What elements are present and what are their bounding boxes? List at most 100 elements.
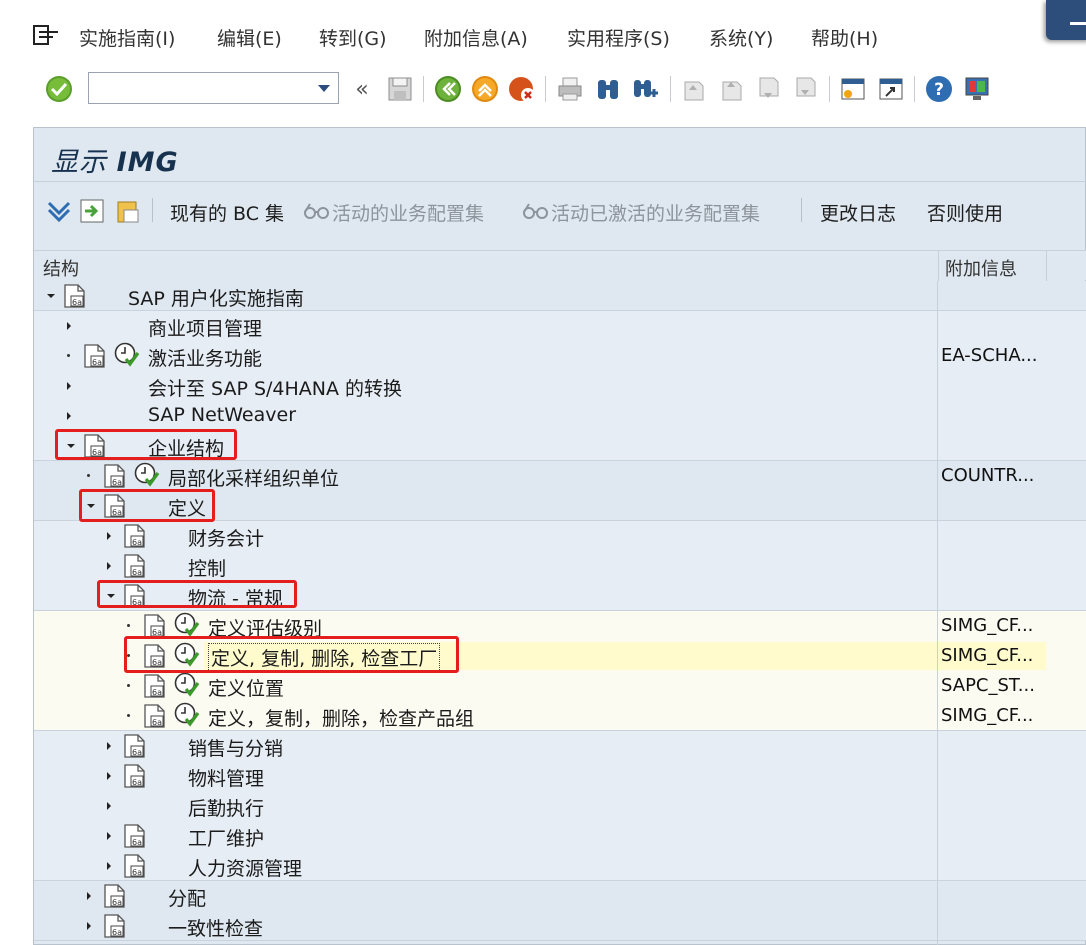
- tree-node[interactable]: 6a 定义位置 SAPC_ST...: [0, 671, 1086, 701]
- collapsed-node-icon[interactable]: [87, 892, 91, 900]
- next-page-icon[interactable]: [754, 74, 784, 104]
- tree-node[interactable]: SAP NetWeaver: [0, 401, 1086, 431]
- execute-activity-icon[interactable]: [114, 342, 140, 368]
- last-page-icon[interactable]: [791, 74, 821, 104]
- documentation-icon[interactable]: 6a: [123, 523, 147, 549]
- tree-node-label[interactable]: 物料管理: [188, 764, 264, 791]
- collapsed-node-icon[interactable]: [107, 772, 111, 780]
- tree-node[interactable]: 6a 分配: [0, 881, 1086, 911]
- collapsed-node-icon[interactable]: [107, 742, 111, 750]
- tree-node-label[interactable]: SAP NetWeaver: [148, 404, 296, 426]
- else-use-button[interactable]: 否则使用: [927, 199, 1003, 226]
- change-log-button[interactable]: 更改日志: [820, 199, 896, 226]
- layout-icon[interactable]: [962, 74, 992, 104]
- documentation-icon[interactable]: 6a: [123, 853, 147, 879]
- tree-node[interactable]: 6a 控制: [0, 551, 1086, 581]
- exit-icon[interactable]: [470, 74, 500, 104]
- tree-node-label[interactable]: 工厂维护: [188, 824, 264, 851]
- documentation-icon[interactable]: 6a: [103, 883, 127, 909]
- menu-implementation-guide[interactable]: 实施指南(I): [79, 24, 175, 51]
- enter-icon[interactable]: [44, 74, 74, 104]
- tree-node[interactable]: 6a 销售与分销: [0, 731, 1086, 761]
- menu-goto[interactable]: 转到(G): [319, 24, 387, 51]
- chevron-down-icon[interactable]: [318, 85, 330, 92]
- collapsed-node-icon[interactable]: [67, 322, 71, 330]
- collapsed-node-icon[interactable]: [87, 922, 91, 930]
- tree-node-label[interactable]: 人力资源管理: [188, 854, 302, 881]
- tree-node-label[interactable]: 商业项目管理: [148, 314, 262, 341]
- documentation-icon[interactable]: 6a: [123, 823, 147, 849]
- find-icon[interactable]: [593, 74, 623, 104]
- save-icon[interactable]: [385, 74, 415, 104]
- execute-activity-icon[interactable]: [174, 702, 200, 728]
- expand-all-icon[interactable]: [46, 196, 72, 226]
- tree-node[interactable]: 6a 人力资源管理: [0, 851, 1086, 881]
- tree-node[interactable]: 6a 激活业务功能 EA-SCHA...: [0, 341, 1086, 371]
- collapsed-node-icon[interactable]: [107, 832, 111, 840]
- execute-activity-icon[interactable]: [174, 672, 200, 698]
- documentation-icon[interactable]: 6a: [123, 553, 147, 579]
- create-session-icon[interactable]: [838, 74, 868, 104]
- tree-node[interactable]: 6a 工厂维护: [0, 821, 1086, 851]
- prev-page-icon[interactable]: [717, 74, 747, 104]
- collapsed-node-icon[interactable]: [67, 412, 71, 420]
- find-node-icon[interactable]: [79, 196, 105, 226]
- documentation-icon[interactable]: 6a: [103, 463, 127, 489]
- existing-bc-sets-button[interactable]: 现有的 BC 集: [170, 199, 284, 226]
- menu-extras[interactable]: 附加信息(A): [424, 24, 528, 51]
- command-field[interactable]: [88, 72, 339, 104]
- collapse-icon[interactable]: «: [347, 74, 377, 104]
- tree-node[interactable]: 6a 财务会计: [0, 521, 1086, 551]
- menu-edit[interactable]: 编辑(E): [217, 24, 282, 51]
- tree-node[interactable]: 商业项目管理: [0, 311, 1086, 341]
- tree-node[interactable]: 6a SAP 用户化实施指南: [0, 281, 1086, 311]
- documentation-icon[interactable]: 6a: [63, 283, 87, 309]
- tree-node-label[interactable]: 激活业务功能: [148, 344, 262, 371]
- column-header-extra-info[interactable]: 附加信息: [945, 255, 1017, 281]
- execute-activity-icon[interactable]: [134, 462, 160, 488]
- tree-node-label[interactable]: 财务会计: [188, 524, 264, 551]
- documentation-icon[interactable]: 6a: [143, 673, 167, 699]
- tree-node[interactable]: 6a 物料管理: [0, 761, 1086, 791]
- collapsed-node-icon[interactable]: [107, 532, 111, 540]
- tree-node[interactable]: 6a 局部化采样组织单位 COUNTR...: [0, 461, 1086, 491]
- collapsed-node-icon[interactable]: [107, 802, 111, 810]
- tree-node-label[interactable]: 局部化采样组织单位: [168, 464, 339, 491]
- menu-system[interactable]: 系统(Y): [709, 24, 773, 51]
- documentation-icon[interactable]: 6a: [103, 913, 127, 939]
- shortcut-icon[interactable]: [876, 74, 906, 104]
- execute-activity-icon[interactable]: [174, 612, 200, 638]
- tree-node-label[interactable]: 销售与分销: [188, 734, 283, 761]
- menu-help[interactable]: 帮助(H): [811, 24, 878, 51]
- documentation-icon[interactable]: 6a: [123, 763, 147, 789]
- cancel-icon[interactable]: [507, 74, 537, 104]
- menu-utilities[interactable]: 实用程序(S): [567, 24, 670, 51]
- tree-node-label[interactable]: 分配: [168, 884, 206, 911]
- tree-node-label[interactable]: 后勤执行: [188, 794, 264, 821]
- help-icon[interactable]: ?: [924, 74, 954, 104]
- tree-node-label[interactable]: 一致性检查: [168, 914, 263, 941]
- tree-node[interactable]: 会计至 SAP S/4HANA 的转换: [0, 371, 1086, 401]
- first-page-icon[interactable]: [679, 74, 709, 104]
- tree-node[interactable]: 后勤执行: [0, 791, 1086, 821]
- tree-node-label[interactable]: SAP 用户化实施指南: [128, 284, 304, 311]
- print-icon[interactable]: [555, 74, 585, 104]
- column-header-structure[interactable]: 结构: [43, 255, 79, 281]
- collapsed-node-icon[interactable]: [107, 862, 111, 870]
- menu-icon[interactable]: [33, 25, 59, 45]
- tree-node-label[interactable]: 会计至 SAP S/4HANA 的转换: [148, 374, 402, 401]
- expanded-node-icon[interactable]: [47, 294, 55, 298]
- minimize-button[interactable]: [1046, 0, 1086, 40]
- tree-node-label[interactable]: 定义，复制，删除，检查产品组: [208, 704, 474, 731]
- back-icon[interactable]: [433, 74, 463, 104]
- tree-node-label[interactable]: 定义位置: [208, 674, 284, 701]
- tree-node[interactable]: 6a 一致性检查: [0, 911, 1086, 941]
- tree-node-label[interactable]: 控制: [188, 554, 226, 581]
- activated-bc-sets-button[interactable]: 活动已激活的业务配置集: [551, 199, 760, 226]
- clipboard-icon[interactable]: [114, 196, 140, 226]
- collapsed-node-icon[interactable]: [107, 562, 111, 570]
- tree-node[interactable]: 6a 定义，复制，删除，检查产品组 SIMG_CF...: [0, 701, 1086, 731]
- documentation-icon[interactable]: 6a: [143, 703, 167, 729]
- documentation-icon[interactable]: 6a: [123, 733, 147, 759]
- find-next-icon[interactable]: [630, 74, 660, 104]
